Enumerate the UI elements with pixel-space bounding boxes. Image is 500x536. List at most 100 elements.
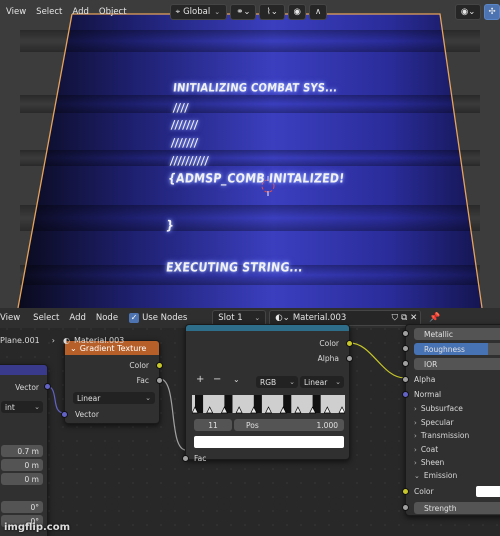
gradient-texture-node[interactable]: ⌄ Gradient Texture Color Fac Linear ⌄ Ve…	[61, 340, 163, 424]
gizmo-toggle-icon[interactable]: ✣	[484, 4, 500, 20]
menu-select[interactable]: Select	[31, 7, 67, 17]
stop-color-swatch[interactable]	[194, 436, 344, 448]
ior-field[interactable]: IOR	[414, 358, 500, 370]
scene-text-line-3: ///////	[170, 119, 199, 132]
location-x-value: 0.7 m	[17, 446, 39, 456]
vector-input-label: Vector	[75, 410, 99, 419]
chevron-right-icon: ›	[414, 458, 417, 467]
location-y-field[interactable]: 0 m	[1, 459, 43, 471]
chevron-down-icon: ⌄	[145, 394, 151, 402]
orientation-label: Global	[183, 7, 211, 17]
roughness-slider-remainder	[488, 343, 500, 355]
ramp-color-output-label: Color	[319, 339, 339, 348]
roughness-label: Roughness	[424, 344, 465, 354]
mapping-dropdown[interactable]: int ⌄	[1, 401, 43, 413]
menu-view[interactable]: View	[0, 7, 31, 17]
falloff-icon[interactable]: ∧	[309, 4, 328, 20]
vector-output-socket[interactable]	[44, 383, 51, 390]
emission-strength-field[interactable]: Strength	[414, 502, 500, 514]
panel-sheen[interactable]: › Sheen	[414, 458, 444, 467]
rotation-x-value: 0°	[30, 502, 39, 512]
chevron-right-icon: ›	[51, 336, 55, 345]
color-output-label: Color	[129, 361, 149, 370]
principled-bsdf-node[interactable]: Metallic Roughness IOR Alpha Normal › Sub…	[402, 324, 500, 516]
breadcrumb-material[interactable]: Material.003	[74, 336, 124, 345]
emission-color-label: Color	[414, 487, 434, 496]
scene-text-line-2: ////	[172, 102, 190, 115]
emission-strength-label: Strength	[424, 503, 457, 513]
vector-input-socket[interactable]	[61, 411, 68, 418]
scene-text-line-5: //////////	[169, 155, 210, 168]
panel-subsurface[interactable]: › Subsurface	[414, 404, 463, 413]
normal-input-label: Normal	[414, 390, 442, 399]
color-output-socket[interactable]	[156, 362, 163, 369]
alpha-input-socket[interactable]	[402, 376, 409, 383]
color-ramp-bar[interactable]	[192, 393, 345, 415]
emission-color-swatch[interactable]	[476, 486, 500, 497]
chevron-down-icon: ⌄	[214, 8, 221, 16]
panel-emission-label: Emission	[423, 471, 458, 480]
visibility-icon[interactable]: ◉⌄	[455, 4, 482, 20]
panel-transmission[interactable]: › Transmission	[414, 431, 469, 440]
alpha-input-label: Alpha	[414, 375, 436, 384]
location-z-field[interactable]: 0 m	[1, 473, 43, 485]
fac-input-label: Fac	[194, 454, 207, 463]
transform-orientation-dropdown[interactable]: ⌖ Global ⌄	[169, 4, 228, 20]
chevron-down-icon: ⌄	[335, 378, 341, 386]
gradient-type-dropdown[interactable]: Linear ⌄	[73, 392, 155, 404]
orientation-icon: ⌖	[175, 7, 181, 16]
ramp-menu-chevron-icon[interactable]: ⌄	[233, 375, 240, 384]
active-stop-index-field[interactable]: 11	[194, 419, 232, 431]
snap-icon[interactable]: ⌇⌄	[259, 4, 286, 20]
gradient-type-value: Linear	[77, 393, 101, 403]
interpolation-dropdown[interactable]: Linear ⌄	[300, 376, 344, 388]
panel-transmission-label: Transmission	[420, 431, 470, 440]
location-y-value: 0 m	[24, 460, 39, 470]
fac-input-socket[interactable]	[182, 455, 189, 462]
location-x-field[interactable]: 0.7 m	[1, 445, 43, 457]
color-ramp-node[interactable]: Color Alpha + − ⌄ RGB ⌄ Linear ⌄ 11 Pos …	[182, 324, 353, 463]
material-sphere-icon: ◐	[62, 336, 70, 345]
color-mode-value: RGB	[260, 377, 277, 387]
menu-add[interactable]: Add	[67, 7, 93, 17]
color-mode-dropdown[interactable]: RGB ⌄	[256, 376, 298, 388]
stop-position-field[interactable]: Pos 1.000	[234, 419, 344, 431]
chevron-down-icon: ⌄	[34, 403, 40, 411]
ior-input-socket[interactable]	[402, 360, 409, 367]
remove-stop-button[interactable]: −	[213, 374, 221, 385]
breadcrumb-object[interactable]: Plane.001	[0, 336, 40, 345]
color-ramp-header[interactable]	[186, 325, 349, 331]
ramp-color-output-socket[interactable]	[346, 340, 353, 347]
menu-object[interactable]: Object	[94, 7, 132, 17]
active-stop-index: 11	[208, 420, 218, 430]
node-header[interactable]	[0, 365, 47, 375]
metallic-field[interactable]: Metallic	[414, 328, 500, 340]
texture-coordinate-node[interactable]: Vector int ⌄ 0.7 m 0 m 0 m 0° 0°	[0, 364, 51, 536]
mapping-value: int	[5, 402, 15, 412]
rotation-x-field[interactable]: 0°	[1, 501, 43, 513]
roughness-input-socket[interactable]	[402, 345, 409, 352]
pivot-point-icon[interactable]: ⚭⌄	[230, 4, 257, 20]
panel-emission[interactable]: ⌄ Emission	[414, 471, 457, 480]
scene-text-line-7: }	[165, 218, 175, 233]
3d-viewport[interactable]: INITIALIZING COMBAT SYS... //// /////// …	[0, 0, 500, 308]
ior-label: IOR	[424, 359, 438, 369]
panel-coat[interactable]: › Coat	[414, 445, 438, 454]
panel-specular[interactable]: › Specular	[414, 418, 454, 427]
chevron-right-icon: ›	[414, 418, 417, 427]
ramp-alpha-output-socket[interactable]	[346, 355, 353, 362]
normal-input-socket[interactable]	[402, 391, 409, 398]
chevron-right-icon: ›	[414, 445, 417, 454]
emission-strength-socket[interactable]	[402, 504, 409, 511]
shader-node-editor[interactable]: View Select Add Node ✓ Use Nodes Slot 1 …	[0, 308, 500, 536]
proportional-edit-icon[interactable]: ◉	[288, 4, 307, 20]
panel-coat-label: Coat	[420, 445, 439, 454]
location-z-value: 0 m	[24, 474, 39, 484]
fac-output-socket[interactable]	[156, 377, 163, 384]
breadcrumb: Plane.001 › ◐ Material.003	[0, 336, 124, 345]
chevron-right-icon: ›	[414, 404, 417, 413]
add-stop-button[interactable]: +	[196, 374, 204, 385]
metallic-input-socket[interactable]	[402, 330, 409, 337]
scene-text-line-6: {ADMSP_COMB INITALIZED!	[167, 171, 346, 186]
emission-color-socket[interactable]	[402, 488, 409, 495]
